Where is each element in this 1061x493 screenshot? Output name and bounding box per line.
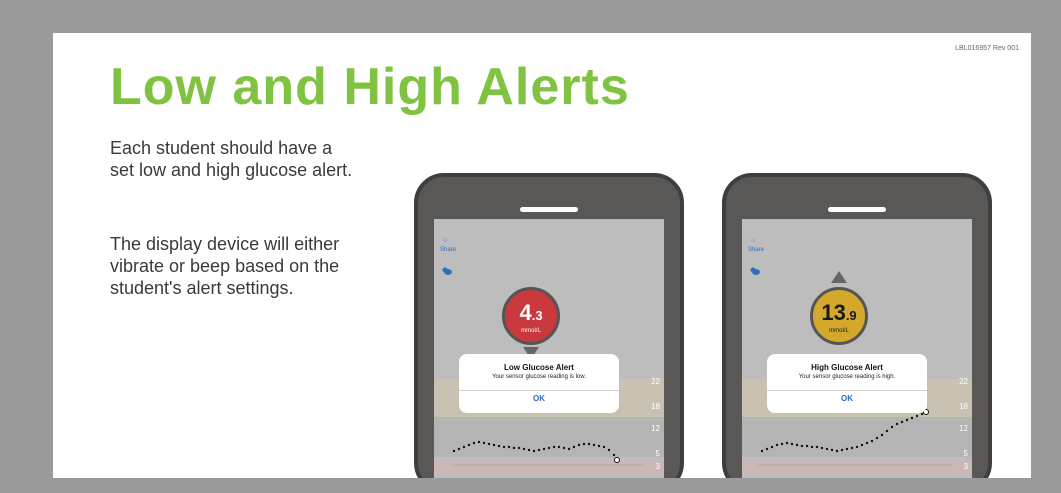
alert-divider — [459, 390, 619, 391]
phone-screen: ⁘ Share 4.3 mmol/L 22 18 12 5 3 Low Gluc… — [434, 219, 664, 478]
alert-title: Low Glucose Alert — [504, 363, 574, 372]
alert-title: High Glucose Alert — [811, 363, 883, 372]
axis-tick: 18 — [959, 402, 968, 411]
axis-tick: 3 — [963, 462, 968, 471]
phone-high-alert: ⁘ Share 13.9 mmol/L 22 18 12 5 3 High Gl… — [722, 173, 992, 478]
phone-screen: ⁘ Share 13.9 mmol/L 22 18 12 5 3 High Gl… — [742, 219, 972, 478]
trend-dots — [452, 440, 616, 457]
glucose-trend-graph — [450, 347, 644, 466]
low-glucose-alert-dialog: Low Glucose Alert Your sensor glucose re… — [459, 354, 619, 413]
axis-tick: 5 — [655, 449, 660, 458]
paragraph-alerts: Each student should have a set low and h… — [110, 138, 353, 180]
ok-button[interactable]: OK — [767, 394, 927, 403]
alert-message: Your sensor glucose reading is low. — [492, 374, 586, 380]
glucose-unit: mmol/L — [829, 328, 849, 334]
phone-low-alert: ⁘ Share 4.3 mmol/L 22 18 12 5 3 Low Gluc… — [414, 173, 684, 478]
ok-button[interactable]: OK — [459, 394, 619, 403]
alert-message: Your sensor glucose reading is high. — [798, 374, 896, 380]
axis-tick: 18 — [651, 402, 660, 411]
glucose-value: 13.9 — [821, 300, 857, 325]
axis-tick: 5 — [963, 449, 968, 458]
paragraph-vibrate: The display device will either vibrate o… — [110, 234, 340, 298]
axis-tick: 3 — [655, 462, 660, 471]
axis-tick: 22 — [651, 377, 660, 386]
glucose-reading-circle[interactable]: 13.9 mmol/L — [810, 287, 868, 345]
glucose-unit: mmol/L — [521, 328, 541, 334]
alert-divider — [767, 390, 927, 391]
axis-tick: 22 — [959, 377, 968, 386]
high-glucose-alert-dialog: High Glucose Alert Your sensor glucose r… — [767, 354, 927, 413]
phone-speaker — [828, 207, 886, 212]
slide: LBL016957 Rev 001 Low and High Alerts Ea… — [53, 33, 1031, 478]
glucose-value: 4.3 — [519, 300, 543, 325]
glucose-reading-circle[interactable]: 4.3 mmol/L — [502, 287, 560, 345]
phone-speaker — [520, 207, 578, 212]
axis-tick: 12 — [651, 424, 660, 433]
trend-dots — [760, 412, 924, 453]
doc-id: LBL016957 Rev 001 — [955, 45, 1019, 52]
glucose-trend-graph — [758, 271, 952, 466]
axis-tick: 12 — [959, 424, 968, 433]
slide-title: Low and High Alerts — [110, 58, 630, 116]
